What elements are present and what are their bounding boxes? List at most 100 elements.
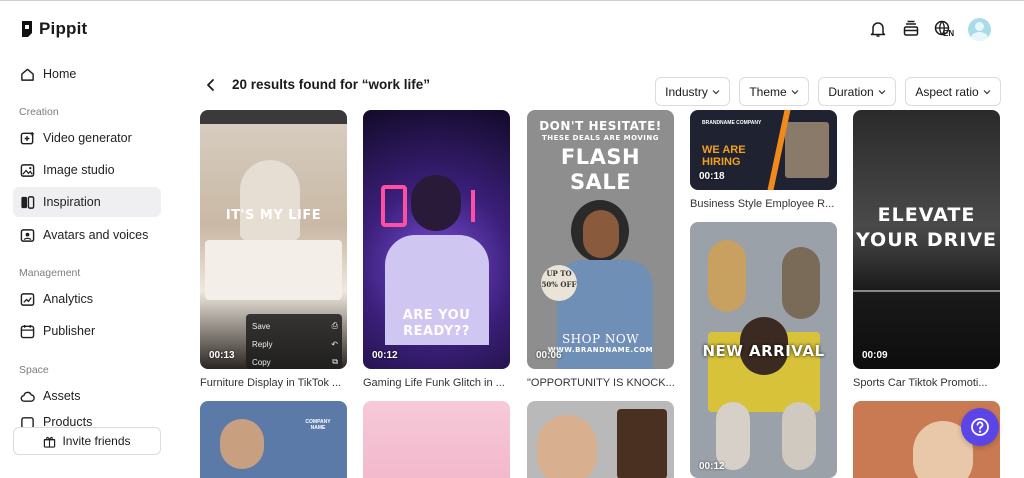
filter-industry[interactable]: Industry: [655, 77, 730, 106]
duration-badge: 00:06: [536, 350, 562, 361]
question-icon: [971, 418, 989, 436]
filter-aspect-ratio[interactable]: Aspect ratio: [905, 77, 1001, 106]
gift-icon: [44, 436, 56, 448]
card-overlay-text: ARE YOU READY??: [402, 308, 471, 339]
card-toolbar: [200, 110, 347, 124]
card-caption[interactable]: Business Style Employee R...: [690, 198, 838, 210]
card-caption[interactable]: Sports Car Tiktok Promoti...: [853, 377, 1001, 389]
sidebar-item-publisher[interactable]: Publisher: [13, 316, 161, 346]
sidebar-item-home[interactable]: Home: [13, 59, 161, 89]
chevron-down-icon: [878, 89, 886, 94]
menu-item-copy[interactable]: Copy ⧉: [252, 353, 338, 369]
template-card-car[interactable]: ELEVATE YOUR DRIVE 00:09: [853, 110, 1000, 369]
template-card-company[interactable]: COMPANY NAME: [200, 401, 347, 478]
template-card-flash-sale[interactable]: DON'T HESITATE! THESE DEALS ARE MOVING F…: [527, 110, 674, 369]
card-overlay-bottom: SHOP NOW: [561, 332, 640, 346]
sidebar-item-image-studio[interactable]: Image studio: [13, 155, 161, 185]
filter-label: Aspect ratio: [915, 84, 979, 99]
context-menu: Save ⎙ Reply ↶ Copy ⧉: [246, 314, 342, 369]
bell-icon: [870, 22, 886, 37]
card-overlay-text: NEW ARRIVAL: [702, 342, 825, 360]
template-card-pink[interactable]: [363, 401, 510, 478]
sidebar-item-video-generator[interactable]: Video generator: [13, 123, 161, 153]
sidebar-item-inspiration[interactable]: Inspiration: [13, 187, 161, 217]
filter-label: Industry: [665, 84, 708, 99]
results-title: 20 results found for “work life”: [232, 77, 431, 92]
duration-badge: 00:09: [862, 350, 888, 361]
chevron-down-icon: [712, 89, 720, 94]
filter-label: Theme: [749, 84, 787, 99]
template-card-portraits[interactable]: [527, 401, 674, 478]
card-caption[interactable]: "OPPORTUNITY IS KNOCK...: [527, 377, 675, 389]
app-logo[interactable]: Pippit: [20, 19, 87, 39]
sidebar-item-label: Image studio: [43, 163, 115, 177]
help-button[interactable]: [961, 408, 999, 446]
person-face: [583, 210, 619, 258]
template-card-hiring[interactable]: BRANDNAME COMPANY WE ARE HIRING 00:18: [690, 110, 837, 190]
sidebar-item-label: Products: [43, 415, 93, 427]
sidebar-item-analytics[interactable]: Analytics: [13, 284, 161, 314]
cloud-icon: [20, 391, 35, 402]
sidebar-item-avatars-and-voices[interactable]: Avatars and voices: [13, 220, 161, 250]
menu-item-label: Reply: [252, 339, 273, 349]
notifications-button[interactable]: [868, 19, 888, 39]
duration-badge: 00:12: [372, 350, 398, 361]
duration-badge: 00:13: [209, 350, 235, 361]
section-label-space: Space: [19, 364, 49, 376]
person-face: [220, 419, 264, 469]
menu-item-label: Copy: [252, 357, 271, 367]
inbox-button[interactable]: [901, 19, 921, 39]
neon-shape: [381, 185, 407, 227]
card-overlay-main: FLASH SALE: [560, 145, 641, 194]
back-arrow-icon[interactable]: [204, 78, 218, 92]
inbox-icon: [903, 20, 919, 36]
card-caption[interactable]: Gaming Life Funk Glitch in ...: [363, 377, 511, 389]
menu-item-save[interactable]: Save ⎙: [252, 317, 338, 335]
menu-item-label: Save: [252, 321, 271, 331]
card-caption[interactable]: Furniture Display in TikTok ...: [200, 377, 348, 389]
filter-theme[interactable]: Theme: [739, 77, 809, 106]
sofa: [205, 240, 342, 300]
language-label: EN: [943, 29, 955, 38]
pippit-logo-icon: [22, 21, 32, 37]
card-overlay-sub: THESE DEALS ARE MOVING: [541, 134, 659, 142]
road-line: [853, 290, 1000, 292]
sidebar: Pippit Home Creation Video generator Ima…: [0, 0, 172, 478]
section-label-creation: Creation: [19, 106, 59, 118]
invite-friends-button[interactable]: Invite friends: [13, 427, 161, 455]
save-icon: ⎙: [331, 321, 338, 330]
sidebar-item-products[interactable]: Products: [13, 413, 161, 427]
discount-badge: UP TO 50% OFF: [541, 265, 577, 301]
person-head: [411, 175, 461, 231]
photo-frame: [716, 402, 750, 470]
home-icon: [21, 68, 34, 81]
office-photo: [785, 122, 829, 178]
filter-duration[interactable]: Duration: [818, 77, 896, 106]
sidebar-item-label: Home: [43, 67, 77, 81]
sidebar-item-assets[interactable]: Assets: [13, 381, 161, 411]
menu-item-reply[interactable]: Reply ↶: [252, 335, 338, 353]
card-brand: BRANDNAME COMPANY: [702, 120, 762, 126]
template-card-new-arrival[interactable]: NEW ARRIVAL 00:12: [690, 222, 837, 478]
card-overlay-text: ELEVATE YOUR DRIVE: [855, 204, 998, 251]
calendar-icon: [20, 324, 35, 338]
video-plus-icon: [20, 131, 35, 144]
photo-frame: [782, 402, 816, 470]
card-overlay-text: WE ARE HIRING: [702, 144, 746, 168]
invite-friends-label: Invite friends: [62, 434, 131, 448]
photo-frame: [782, 247, 820, 319]
template-card-gaming[interactable]: ARE YOU READY?? 00:12: [363, 110, 510, 369]
sidebar-item-label: Assets: [43, 389, 81, 403]
template-card-furniture[interactable]: IT'S MY LIFE Save ⎙ Reply ↶ Copy ⧉ 00:13: [200, 110, 347, 369]
sidebar-item-label: Avatars and voices: [43, 228, 149, 242]
image-icon: [20, 163, 35, 177]
filter-label: Duration: [828, 84, 874, 99]
card-overlay-text: IT'S MY LIFE: [225, 208, 322, 223]
copy-icon: ⧉: [332, 357, 338, 366]
avatar[interactable]: [968, 18, 991, 41]
analytics-icon: [20, 292, 35, 306]
person-face: [537, 415, 597, 478]
card-overlay-text: COMPANY NAME: [305, 419, 331, 431]
product-icon: [21, 417, 34, 427]
chevron-down-icon: [791, 89, 799, 94]
